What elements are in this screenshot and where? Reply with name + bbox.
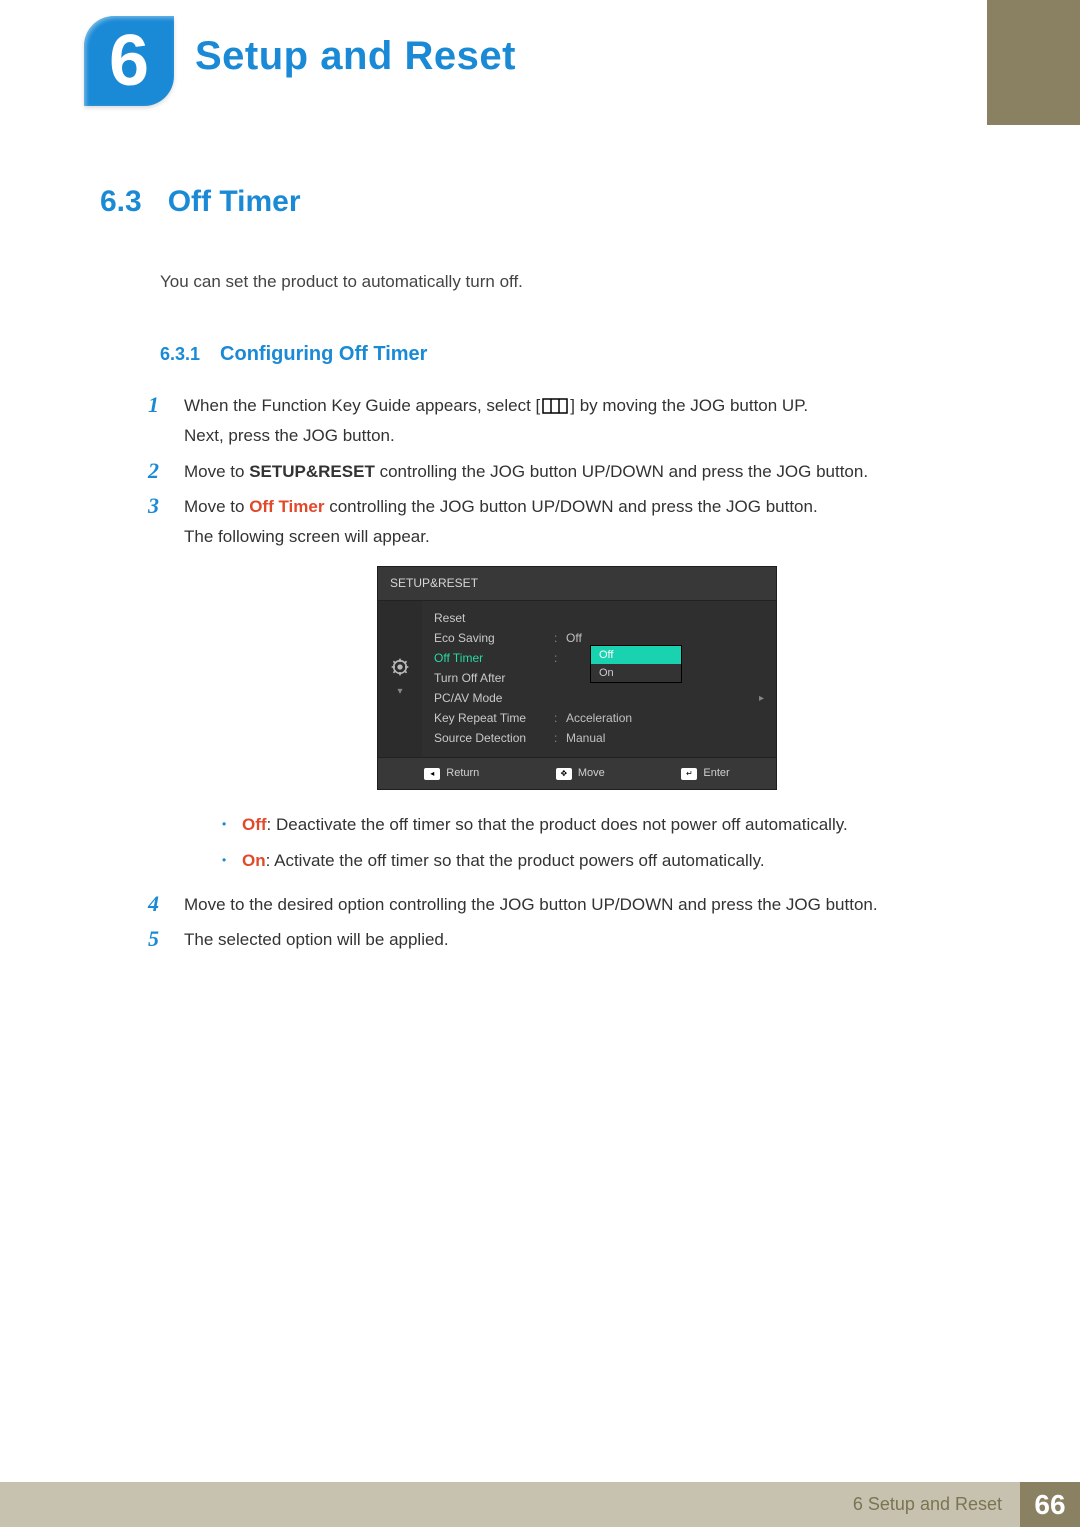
osd-option-on: On — [591, 664, 681, 682]
subsection-title: Configuring Off Timer — [220, 339, 427, 369]
step-4-body: Move to the desired option controlling t… — [184, 890, 970, 920]
chapter-badge: 6 — [84, 16, 174, 106]
intro-text: You can set the product to automatically… — [160, 269, 970, 295]
top-stripe — [987, 0, 1080, 125]
osd-item-keyrepeat: Key Repeat Time — [434, 708, 554, 729]
osd-item-pcavmode: PC/AV Mode — [434, 688, 554, 709]
osd-item-turnoffafter: Turn Off After — [434, 668, 554, 689]
osd-item-sourcedetect: Source Detection — [434, 728, 554, 749]
section-number: 6.3 — [100, 185, 142, 219]
gear-icon — [390, 657, 410, 677]
step-3-body: Move to Off Timer controlling the JOG bu… — [184, 492, 970, 883]
page-footer: 6 Setup and Reset 66 — [0, 1482, 1080, 1527]
chevron-down-icon: ▾ — [397, 683, 402, 701]
footer-page-number: 66 — [1020, 1482, 1080, 1527]
osd-item-ecosaving: Eco Saving — [434, 628, 554, 649]
osd-dropdown: Off On — [590, 645, 682, 683]
osd-left-pane: ▾ — [378, 601, 422, 757]
osd-option-off: Off — [591, 646, 681, 664]
move-icon: ✥ — [556, 768, 572, 780]
step-number-5: 5 — [148, 925, 166, 955]
return-icon: ◂ — [424, 768, 440, 780]
osd-screenshot: SETUP&RESET ▾ Reset E — [377, 566, 777, 790]
osd-footer: ◂Return ✥Move ↵Enter — [378, 757, 776, 789]
osd-item-reset: Reset — [434, 608, 554, 629]
bullet-off: Off: Deactivate the off timer so that th… — [222, 810, 970, 840]
step-number-2: 2 — [148, 457, 166, 487]
step-5-body: The selected option will be applied. — [184, 925, 970, 955]
osd-item-offtimer: Off Timer — [434, 648, 554, 669]
osd-menu: Reset Eco Saving:Off Off Timer: Turn Off… — [422, 601, 776, 757]
step-2-body: Move to SETUP&RESET controlling the JOG … — [184, 457, 970, 487]
chapter-title: Setup and Reset — [195, 34, 516, 79]
menu-icon — [540, 391, 570, 421]
chapter-number: 6 — [109, 20, 149, 102]
step-number-3: 3 — [148, 492, 166, 883]
subsection-number: 6.3.1 — [160, 341, 200, 368]
step-1-body: When the Function Key Guide appears, sel… — [184, 391, 970, 451]
step-number-1: 1 — [148, 391, 166, 451]
enter-icon: ↵ — [681, 768, 697, 780]
osd-header: SETUP&RESET — [378, 567, 776, 601]
footer-label: 6 Setup and Reset — [853, 1494, 1002, 1515]
step-number-4: 4 — [148, 890, 166, 920]
chevron-right-icon: ▸ — [759, 690, 764, 708]
section-title: Off Timer — [168, 185, 301, 219]
bullet-on: On: Activate the off timer so that the p… — [222, 846, 970, 876]
